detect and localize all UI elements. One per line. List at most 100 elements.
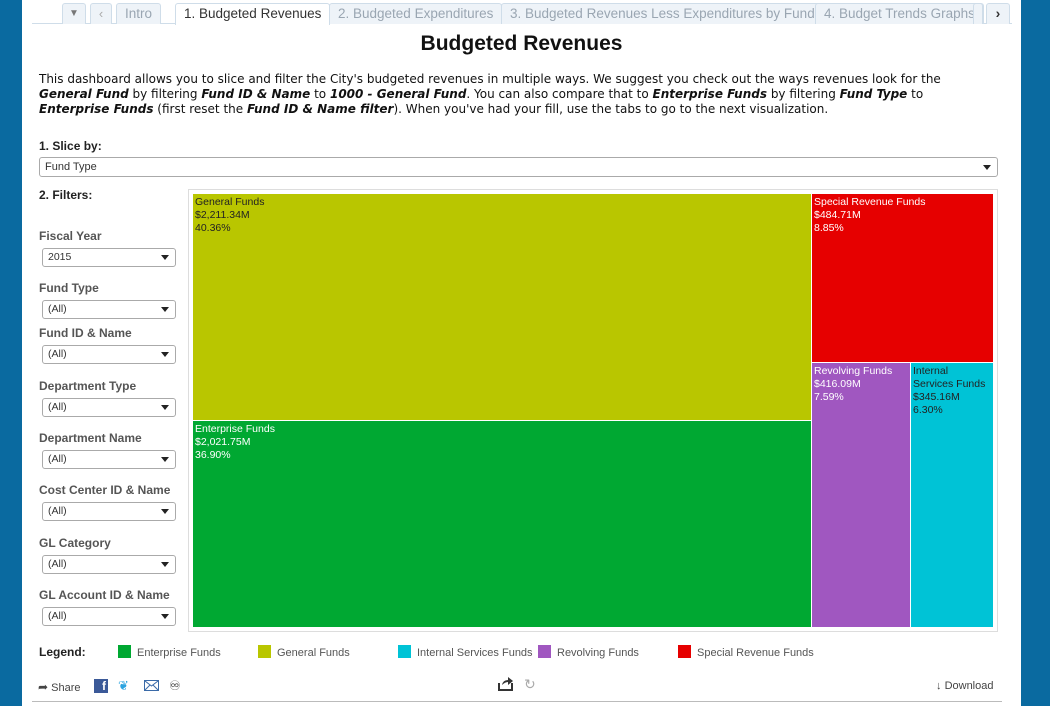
tab-prev-button[interactable]: ‹ xyxy=(90,3,112,24)
legend-swatch xyxy=(538,645,551,658)
filter-gl-account[interactable]: (All) xyxy=(42,607,176,626)
cell-name: General Funds xyxy=(195,196,265,208)
chevron-right-icon: › xyxy=(995,5,1001,21)
dropdown-arrow-icon xyxy=(161,614,169,619)
filter-value: (All) xyxy=(48,453,67,465)
dropdown-arrow-icon xyxy=(161,307,169,312)
facebook-icon[interactable]: f xyxy=(94,679,108,693)
cell-amount: $484.71M xyxy=(814,209,861,221)
filter-department-name[interactable]: (All) xyxy=(42,450,176,469)
legend-item-internal-services-funds[interactable]: Internal Services Funds xyxy=(398,645,533,660)
legend-item-special-revenue-funds[interactable]: Special Revenue Funds xyxy=(678,645,814,660)
link-icon[interactable]: ♾ xyxy=(169,678,181,694)
filter-value: 2015 xyxy=(48,251,72,263)
filter-value: (All) xyxy=(48,348,67,360)
cell-amount: $2,211.34M xyxy=(195,209,250,221)
share-button[interactable]: ➦ Share xyxy=(38,680,80,694)
revert-icon: ↻ xyxy=(524,676,536,692)
legend-item-general-funds[interactable]: General Funds xyxy=(258,645,350,660)
dropdown-arrow-icon xyxy=(161,457,169,462)
cell-name: Internal Services Funds xyxy=(913,365,986,390)
cell-name: Special Revenue Funds xyxy=(814,196,926,208)
legend-swatch xyxy=(678,645,691,658)
tab-revenues-less-expenditures[interactable]: 3. Budgeted Revenues Less Expenditures b… xyxy=(501,3,824,24)
legend-item-revolving-funds[interactable]: Revolving Funds xyxy=(538,645,639,660)
treemap-cell-general-funds[interactable]: General Funds $2,211.34M 40.36% xyxy=(192,193,812,421)
tab-intro[interactable]: Intro xyxy=(116,3,162,24)
tab-budget-trends[interactable]: 4. Budget Trends Graphs xyxy=(815,3,984,24)
filter-value: (All) xyxy=(48,303,67,315)
legend-swatch xyxy=(258,645,271,658)
tab-budgeted-expenditures[interactable]: 2. Budgeted Expenditures xyxy=(329,3,503,24)
filter-label-department-name: Department Name xyxy=(39,431,142,445)
cell-name: Revolving Funds xyxy=(814,365,893,377)
filter-fund-id-name[interactable]: (All) xyxy=(42,345,176,364)
legend-label: Revolving Funds xyxy=(557,647,639,659)
share-arrow-icon: ➦ xyxy=(38,680,49,694)
tab-budgeted-revenues[interactable]: 1. Budgeted Revenues xyxy=(175,3,331,25)
cell-percent: 40.36% xyxy=(195,222,231,234)
legend-label: Special Revenue Funds xyxy=(697,647,814,659)
cell-percent: 36.90% xyxy=(195,449,231,461)
chevron-left-icon: ‹ xyxy=(98,6,104,21)
filter-gl-category[interactable]: (All) xyxy=(42,555,176,574)
dropdown-arrow-icon xyxy=(161,509,169,514)
tab-overflow[interactable] xyxy=(973,3,983,24)
dropdown-arrow-icon xyxy=(983,165,991,170)
filter-label-fund-id-name: Fund ID & Name xyxy=(39,326,132,340)
email-icon[interactable] xyxy=(144,680,159,691)
legend-label: General Funds xyxy=(277,647,350,659)
legend-item-enterprise-funds[interactable]: Enterprise Funds xyxy=(118,645,221,660)
treemap-cell-revolving-funds[interactable]: Revolving Funds $416.09M 7.59% xyxy=(811,362,911,628)
tab-menu-button[interactable]: ▼ xyxy=(62,3,86,24)
slice-by-dropdown[interactable]: Fund Type xyxy=(39,157,998,177)
cell-amount: $2,021.75M xyxy=(195,436,251,448)
treemap-cell-special-revenue-funds[interactable]: Special Revenue Funds $484.71M 8.85% xyxy=(811,193,994,363)
intro-text: This dashboard allows you to slice and f… xyxy=(39,72,941,116)
footer-toolbar: ➦ Share f ❦ ♾ ↻ ↓ Download xyxy=(32,672,1002,702)
dropdown-arrow-icon xyxy=(161,405,169,410)
filter-department-type[interactable]: (All) xyxy=(42,398,176,417)
legend-title: Legend: xyxy=(39,645,86,659)
slice-by-label: 1. Slice by: xyxy=(39,139,102,153)
dropdown-arrow-icon xyxy=(161,562,169,567)
filter-value: (All) xyxy=(48,505,67,517)
download-label: Download xyxy=(944,680,994,692)
revert-button[interactable]: ↻ xyxy=(524,676,536,693)
dropdown-arrow-icon xyxy=(161,255,169,260)
filters-label: 2. Filters: xyxy=(39,188,93,202)
dropdown-arrow-icon xyxy=(161,352,169,357)
cell-percent: 8.85% xyxy=(814,222,844,234)
legend-label: Internal Services Funds xyxy=(417,647,533,659)
treemap: General Funds $2,211.34M 40.36% Enterpri… xyxy=(188,189,998,632)
treemap-cell-enterprise-funds[interactable]: Enterprise Funds $2,021.75M 36.90% xyxy=(192,420,812,628)
filter-label-gl-account: GL Account ID & Name xyxy=(39,588,170,602)
tab-bar: ▼ ‹ Intro 1. Budgeted Revenues 2. Budget… xyxy=(32,0,1012,25)
tab-next-button[interactable]: › xyxy=(986,3,1010,24)
legend-swatch xyxy=(398,645,411,658)
filter-fund-type[interactable]: (All) xyxy=(42,300,176,319)
filter-label-cost-center: Cost Center ID & Name xyxy=(39,483,171,497)
legend-label: Enterprise Funds xyxy=(137,647,221,659)
download-button[interactable]: ↓ Download xyxy=(936,680,993,692)
filter-label-fiscal-year: Fiscal Year xyxy=(39,229,102,243)
filter-label-department-type: Department Type xyxy=(39,379,137,393)
cell-amount: $416.09M xyxy=(814,378,861,390)
share-label: Share xyxy=(51,682,81,694)
chevron-down-icon: ▼ xyxy=(69,8,79,19)
export-icon xyxy=(498,677,513,691)
legend-swatch xyxy=(118,645,131,658)
cell-percent: 7.59% xyxy=(814,391,844,403)
page-title: Budgeted Revenues xyxy=(420,32,623,55)
dashboard-page: ▼ ‹ Intro 1. Budgeted Revenues 2. Budget… xyxy=(22,0,1021,706)
cell-percent: 6.30% xyxy=(913,404,943,416)
twitter-icon[interactable]: ❦ xyxy=(118,678,129,694)
filter-value: (All) xyxy=(48,610,67,622)
filter-label-gl-category: GL Category xyxy=(39,536,111,550)
treemap-cell-internal-services-funds[interactable]: Internal Services Funds $345.16M 6.30% xyxy=(910,362,994,628)
share-view-button[interactable] xyxy=(498,677,514,694)
filter-value: (All) xyxy=(48,558,67,570)
filter-cost-center[interactable]: (All) xyxy=(42,502,176,521)
download-arrow-icon: ↓ xyxy=(936,680,942,692)
filter-fiscal-year[interactable]: 2015 xyxy=(42,248,176,267)
